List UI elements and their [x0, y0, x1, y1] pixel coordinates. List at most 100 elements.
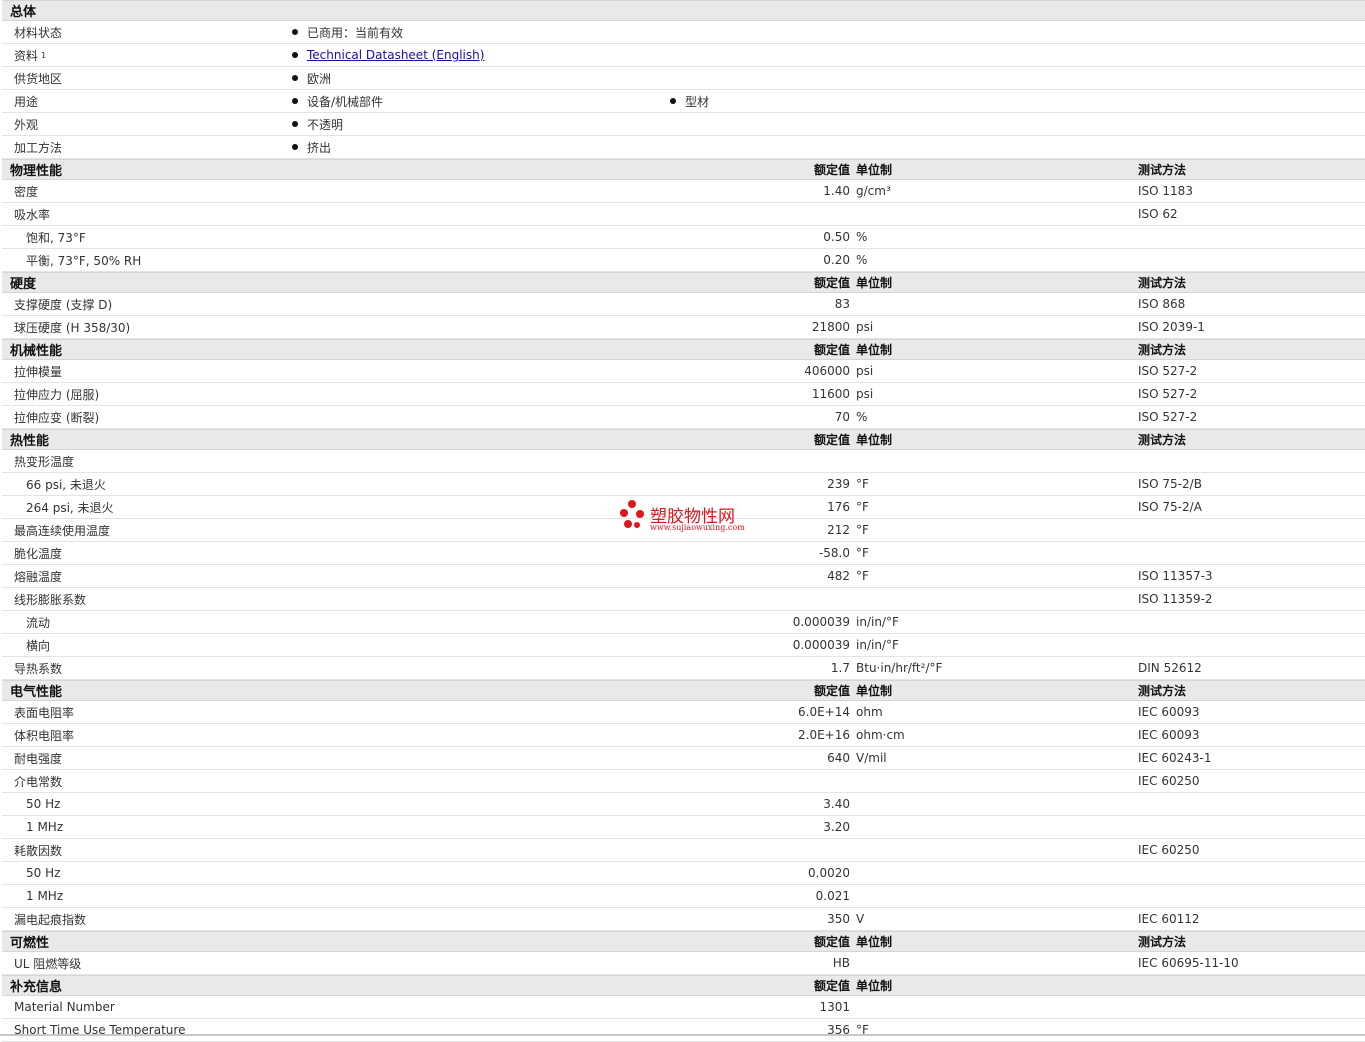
property-label: 线形膨胀系数 — [14, 592, 87, 607]
property-row: 1 MHz 0.021 — [2, 885, 1365, 908]
property-label: 支撑硬度 (支撑 D) — [14, 297, 113, 312]
property-label: 最高连续使用温度 — [14, 523, 111, 538]
section-title: 电气性能 — [10, 685, 63, 700]
property-row: 球压硬度 (H 358/30) 21800 psi ISO 2039-1 — [2, 316, 1365, 339]
row-label: 用途 — [14, 90, 38, 112]
property-label: 平衡, 73°F, 50% RH — [26, 253, 142, 268]
bullet-icon — [292, 52, 298, 58]
footnote-marker: 1 — [41, 50, 47, 60]
general-row: 加工方法 挤出 — [2, 136, 1365, 159]
property-row: 50 Hz 3.40 — [2, 793, 1365, 816]
property-test-method: IEC 60093 — [1138, 705, 1200, 719]
property-test-method: IEC 60243-1 — [1138, 751, 1212, 765]
bullet-item[interactable]: Technical Datasheet (English) — [292, 44, 484, 66]
property-value: 1301 — [819, 1000, 850, 1014]
property-row: 拉伸应变 (断裂) 70% ISO 527-2 — [2, 406, 1365, 429]
watermark-url: www.sujiaowuxing.com — [650, 523, 745, 532]
section-title: 可燃性 — [10, 936, 50, 951]
property-unit: % — [856, 230, 868, 244]
property-unit: V/mil — [856, 751, 887, 765]
row-label: 外观 — [14, 113, 38, 135]
section-title: 机械性能 — [10, 344, 63, 359]
section-title: 补充信息 — [10, 980, 63, 995]
column-header-unit: 单位制 — [856, 684, 893, 698]
property-test-method: IEC 60695-11-10 — [1138, 956, 1239, 970]
property-row: 导热系数 1.7 Btu·in/hr/ft²/°F DIN 52612 — [2, 657, 1365, 680]
section-header: 热性能 额定值 单位制 测试方法 — [2, 429, 1365, 450]
property-test-method: IEC 60093 — [1138, 728, 1200, 742]
property-row: 拉伸模量 406000 psi ISO 527-2 — [2, 360, 1365, 383]
property-row: 流动 0.000039 in/in/°F — [2, 611, 1365, 634]
property-label: 漏电起痕指数 — [14, 912, 87, 927]
column-header-value: 额定值 — [813, 163, 850, 177]
section-title: 热性能 — [10, 434, 50, 449]
row-label: 加工方法 — [14, 136, 62, 158]
datasheet-link[interactable]: Technical Datasheet (English) — [307, 48, 484, 62]
property-value: 0.000039 — [792, 638, 850, 652]
property-unit: g/cm³ — [856, 184, 891, 198]
general-row: 资料 1 Technical Datasheet (English) — [2, 44, 1365, 67]
bullet-item: 不透明 — [292, 113, 343, 135]
bullet-text: 欧洲 — [307, 71, 332, 86]
section-header: 补充信息 额定值 单位制 — [2, 975, 1365, 996]
section-title: 总体 — [10, 5, 37, 20]
property-label: 热变形温度 — [14, 454, 75, 469]
property-test-method: IEC 60112 — [1138, 912, 1200, 926]
watermark-dots-icon — [620, 500, 648, 534]
bullet-item: 已商用：当前有效 — [292, 21, 403, 43]
property-label: 吸水率 — [14, 207, 51, 222]
bullet-item: 挤出 — [292, 136, 331, 158]
row-label-text: 加工方法 — [14, 140, 63, 155]
property-row: 支撑硬度 (支撑 D) 83 ISO 868 — [2, 293, 1365, 316]
property-value: 0.021 — [815, 889, 850, 903]
property-unit: °F — [856, 569, 869, 583]
property-test-method: ISO 527-2 — [1138, 410, 1198, 424]
bullet-item: 设备/机械部件 — [292, 90, 383, 112]
property-label: 导热系数 — [14, 661, 63, 676]
property-label: 耐电强度 — [14, 751, 63, 766]
column-header-unit: 单位制 — [856, 935, 893, 949]
bullet-icon — [292, 75, 298, 81]
property-value: -58.0 — [818, 546, 850, 560]
property-row: 平衡, 73°F, 50% RH 0.20% — [2, 249, 1365, 272]
bullet-icon — [292, 29, 298, 35]
property-row: 体积电阻率 2.0E+16 ohm·cm IEC 60093 — [2, 724, 1365, 747]
property-row: 66 psi, 未退火 239 °F ISO 75-2/B — [2, 473, 1365, 496]
column-header-unit: 单位制 — [856, 433, 893, 447]
general-row: 用途 设备/机械部件 型材 — [2, 90, 1365, 113]
section-header: 电气性能 额定值 单位制 测试方法 — [2, 680, 1365, 701]
property-value: 2.0E+16 — [798, 728, 850, 742]
property-unit: °F — [856, 523, 869, 537]
column-header-value: 额定值 — [813, 276, 850, 290]
property-unit: % — [856, 253, 868, 267]
property-unit: V — [856, 912, 865, 926]
property-test-method: ISO 2039-1 — [1138, 320, 1205, 334]
column-header-unit: 单位制 — [856, 979, 893, 993]
property-test-method: ISO 527-2 — [1138, 364, 1198, 378]
property-label: 拉伸模量 — [14, 364, 63, 379]
property-test-method: IEC 60250 — [1138, 774, 1200, 788]
bullet-icon — [292, 121, 298, 127]
column-header-value: 额定值 — [813, 684, 850, 698]
property-row: UL 阻燃等级 HB IEC 60695-11-10 — [2, 952, 1365, 975]
column-header-value: 额定值 — [813, 343, 850, 357]
property-label: 1 MHz — [26, 889, 64, 903]
row-label: 材料状态 — [14, 21, 62, 43]
property-label: 50 Hz — [26, 797, 61, 811]
bullet-icon — [670, 98, 676, 104]
property-label: 表面电阻率 — [14, 705, 75, 720]
bullet-item: 欧洲 — [292, 67, 331, 89]
property-row: 密度 1.40 g/cm³ ISO 1183 — [2, 180, 1365, 203]
property-label: 体积电阻率 — [14, 728, 75, 743]
bullet-icon — [292, 144, 298, 150]
property-test-method: ISO 527-2 — [1138, 387, 1198, 401]
property-value: 0.0020 — [808, 866, 850, 880]
property-row: 50 Hz 0.0020 — [2, 862, 1365, 885]
property-unit: Btu·in/hr/ft²/°F — [856, 661, 943, 675]
property-value: 11600 — [811, 387, 850, 401]
property-label: 拉伸应变 (断裂) — [14, 410, 100, 425]
property-test-method: ISO 868 — [1138, 297, 1186, 311]
property-label: 1 MHz — [26, 820, 64, 834]
property-value: 239 — [827, 477, 850, 491]
bullet-icon — [292, 98, 298, 104]
